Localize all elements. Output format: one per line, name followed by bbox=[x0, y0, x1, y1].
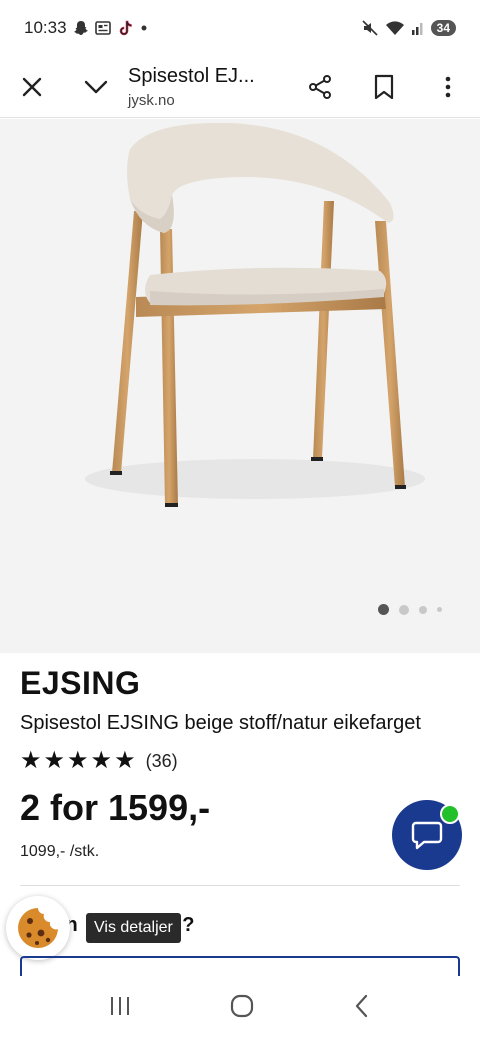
review-count[interactable]: (36) bbox=[146, 751, 178, 772]
chair-image bbox=[85, 122, 425, 507]
rating-stars: ★ ★ ★ ★ ★ bbox=[20, 749, 136, 773]
page-url: jysk.no bbox=[128, 91, 175, 109]
star-icon: ★ bbox=[43, 747, 66, 774]
page-title-block: Spisestol EJ... jysk.no bbox=[128, 65, 296, 109]
mute-icon bbox=[362, 20, 378, 36]
snapchat-icon bbox=[73, 21, 88, 35]
star-icon: ★ bbox=[90, 747, 113, 774]
gallery-dot-active[interactable] bbox=[378, 604, 389, 615]
star-icon: ★ bbox=[67, 747, 89, 774]
page-title: Spisestol EJ... bbox=[128, 64, 255, 87]
system-nav-bar bbox=[0, 976, 480, 1040]
gallery-dot[interactable] bbox=[437, 607, 442, 612]
recent-apps-button[interactable] bbox=[108, 995, 132, 1022]
gallery-dot[interactable] bbox=[419, 605, 427, 614]
status-bar: 10:33 34 bbox=[0, 0, 480, 56]
news-icon bbox=[94, 21, 111, 35]
divider bbox=[20, 885, 460, 886]
status-left: 10:33 bbox=[24, 18, 149, 38]
dot-icon bbox=[141, 25, 147, 31]
share-icon bbox=[309, 74, 331, 99]
gallery-dot[interactable] bbox=[399, 604, 409, 615]
star-icon: ★ bbox=[20, 747, 42, 774]
close-button[interactable] bbox=[8, 63, 56, 111]
custom-tab-toolbar: Spisestol EJ... jysk.no bbox=[0, 56, 480, 118]
signal-icon bbox=[411, 23, 423, 35]
chat-button[interactable] bbox=[392, 800, 462, 870]
bookmark-icon bbox=[374, 74, 394, 99]
status-right: 34 bbox=[361, 19, 456, 37]
share-button[interactable] bbox=[296, 63, 344, 111]
wifi-icon bbox=[385, 21, 404, 35]
chevron-down-icon bbox=[84, 80, 108, 93]
home-button[interactable] bbox=[229, 993, 255, 1024]
cookie-settings-button[interactable] bbox=[6, 896, 70, 960]
product-gallery[interactable] bbox=[0, 119, 480, 653]
more-button[interactable] bbox=[424, 63, 472, 111]
chat-icon bbox=[411, 821, 443, 850]
bookmark-button[interactable] bbox=[360, 63, 408, 111]
more-icon bbox=[445, 76, 451, 97]
close-icon bbox=[22, 77, 42, 96]
battery-icon: 34 bbox=[430, 20, 456, 36]
status-time: 10:33 bbox=[24, 18, 67, 37]
minimize-button[interactable] bbox=[72, 63, 120, 111]
tooltip: Vis detaljer bbox=[86, 913, 181, 943]
home-icon bbox=[230, 994, 254, 1017]
gallery-dots bbox=[378, 604, 442, 615]
back-button[interactable] bbox=[352, 993, 372, 1024]
cookie-icon bbox=[18, 908, 58, 948]
back-icon bbox=[355, 994, 367, 1017]
product-brand: EJSING bbox=[20, 665, 141, 701]
online-status-dot bbox=[440, 804, 460, 824]
rating-row[interactable]: ★ ★ ★ ★ ★ (36) bbox=[20, 749, 460, 773]
half-star-icon: ★ bbox=[114, 747, 136, 774]
tiktok-icon bbox=[119, 20, 132, 36]
product-description: Spisestol EJSING beige stoff/natur eikef… bbox=[20, 712, 421, 734]
recent-apps-icon bbox=[111, 996, 130, 1015]
